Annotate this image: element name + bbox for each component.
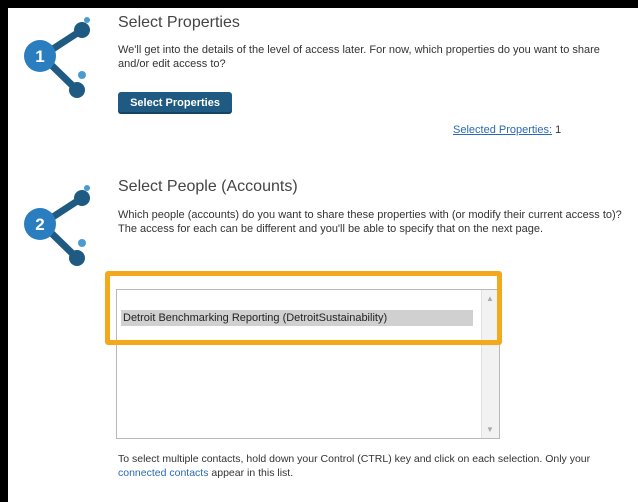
step-2-number: 2 bbox=[35, 215, 44, 234]
scroll-down-icon[interactable]: ▼ bbox=[486, 425, 494, 434]
page-frame: 1 Select Properties We'll get into the d… bbox=[8, 8, 638, 502]
connected-contacts-link[interactable]: connected contacts bbox=[118, 467, 208, 479]
step-1-description: We'll get into the details of the level … bbox=[118, 44, 600, 70]
contacts-help-text: To select multiple contacts, hold down y… bbox=[118, 452, 633, 480]
help-text-part-2: appear in this list. bbox=[211, 467, 294, 479]
step-2-title: Select People (Accounts) bbox=[118, 178, 298, 195]
selected-properties-link[interactable]: Selected Properties: bbox=[453, 124, 552, 136]
step-1-icon: 1 bbox=[24, 17, 90, 98]
select-properties-button[interactable]: Select Properties bbox=[118, 92, 232, 114]
step-2-icon: 2 bbox=[24, 185, 90, 266]
step-1-title: Select Properties bbox=[118, 14, 240, 31]
selected-properties-summary: Selected Properties: 1 bbox=[453, 123, 561, 137]
step-1-number: 1 bbox=[35, 47, 44, 66]
help-text-part-1: To select multiple contacts, hold down y… bbox=[118, 453, 591, 465]
step-2-description: Which people (accounts) do you want to s… bbox=[118, 209, 622, 235]
selected-properties-count: 1 bbox=[555, 124, 562, 136]
highlight-box bbox=[105, 271, 502, 345]
